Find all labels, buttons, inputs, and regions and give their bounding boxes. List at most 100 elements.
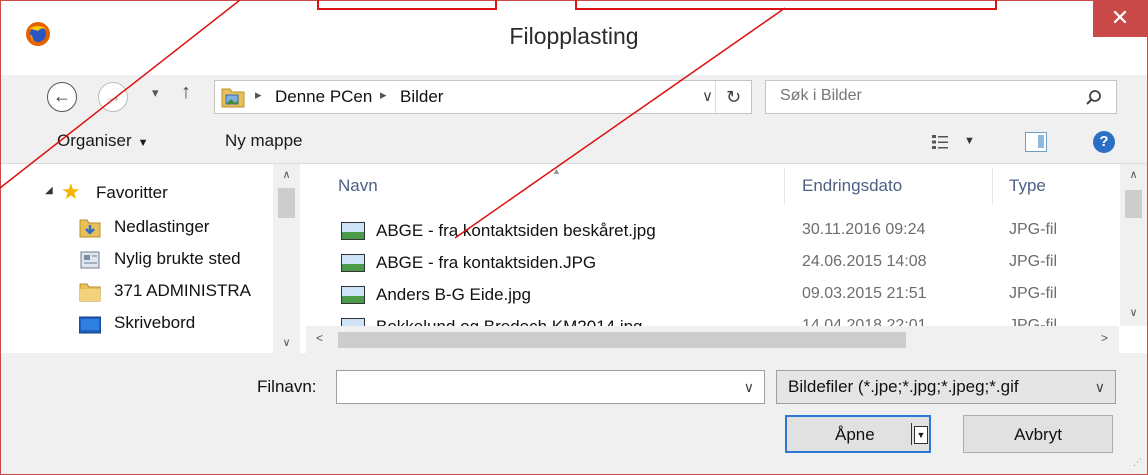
new-folder-button[interactable]: Ny mappe: [225, 131, 302, 151]
file-upload-dialog: Filopplasting ✕ ← → ▾ ↑ ▸ Denne PCen ▸ B…: [0, 0, 1148, 475]
main-area: ◢ ★ Favoritter Nedlastinger Nylig brukte…: [1, 163, 1147, 354]
scrollbar-thumb[interactable]: [338, 332, 906, 348]
breadcrumb-item-this-pc[interactable]: Denne PCen: [275, 87, 372, 107]
file-type-filter[interactable]: Bildefiler (*.jpe;*.jpg;*.jpeg;*.gif ∨: [776, 370, 1116, 404]
nav-pane-scrollbar[interactable]: ∧ ∨: [273, 164, 300, 354]
scroll-right-arrow-icon[interactable]: >: [1101, 331, 1108, 345]
pictures-folder-icon: [221, 88, 245, 108]
preview-pane-icon[interactable]: [1025, 132, 1047, 152]
command-bar: Organiser ▼ Ny mappe ▼ ?: [1, 125, 1147, 163]
column-header-name[interactable]: Navn: [338, 176, 378, 196]
scroll-down-arrow-icon[interactable]: ∨: [1120, 306, 1147, 319]
scrollbar-thumb[interactable]: [1125, 190, 1142, 218]
file-type: JPG-fil: [1009, 221, 1057, 238]
chevron-down-icon[interactable]: ∨: [1095, 379, 1105, 396]
scroll-down-arrow-icon[interactable]: ∨: [273, 336, 300, 349]
breadcrumb-separator: ▸: [380, 87, 387, 102]
cancel-button[interactable]: Avbryt: [963, 415, 1113, 453]
up-one-level-button[interactable]: ↑: [181, 81, 191, 104]
search-box[interactable]: [765, 80, 1117, 114]
column-header-type[interactable]: Type: [1009, 176, 1046, 196]
breadcrumb-separator: ▸: [255, 87, 262, 102]
file-type-filter-label: Bildefiler (*.jpe;*.jpg;*.jpeg;*.gif: [788, 377, 1019, 396]
annotation-box-right: [575, 0, 997, 10]
refresh-icon: ↻: [725, 87, 742, 107]
recent-places-icon: [80, 251, 100, 269]
file-row[interactable]: Anders B-G Eide.jpg 09.03.2015 21:51 JPG…: [306, 280, 1118, 310]
organize-label: Organiser: [57, 131, 132, 150]
search-input[interactable]: [780, 87, 1070, 105]
window-title: Filopplasting: [509, 23, 639, 49]
image-file-icon: [341, 286, 365, 304]
horizontal-scrollbar[interactable]: < >: [306, 326, 1119, 354]
filename-combobox[interactable]: ∨: [336, 370, 765, 404]
back-arrow-icon: ←: [53, 86, 71, 106]
nav-item-label: 371 ADMINISTRA: [114, 281, 251, 300]
close-icon: ✕: [1110, 5, 1130, 30]
image-file-icon: [341, 254, 365, 272]
navigation-bar: ← → ▾ ↑ ▸ Denne PCen ▸ Bilder ∨ ↻: [1, 75, 1147, 125]
nav-item-label: Favoritter: [96, 183, 168, 202]
folder-icon: [79, 283, 101, 302]
search-icon[interactable]: [1085, 89, 1102, 106]
chevron-down-icon[interactable]: ∨: [744, 379, 754, 396]
view-options-icon[interactable]: [931, 133, 949, 151]
file-type: JPG-fil: [1009, 253, 1057, 270]
column-divider[interactable]: [992, 168, 993, 204]
filename-input[interactable]: [345, 378, 725, 396]
scroll-up-arrow-icon[interactable]: ∧: [273, 168, 300, 181]
breadcrumb-item-pictures[interactable]: Bilder: [400, 87, 443, 107]
downloads-folder-icon: [79, 219, 101, 238]
column-header-date[interactable]: Endringsdato: [802, 176, 902, 196]
file-type: JPG-fil: [1009, 285, 1057, 302]
file-date: 24.06.2015 14:08: [802, 253, 927, 270]
back-button[interactable]: ←: [47, 82, 77, 112]
split-divider: [911, 423, 912, 445]
file-date: 09.03.2015 21:51: [802, 285, 927, 302]
organize-menu-button[interactable]: Organiser ▼: [57, 131, 149, 151]
forward-button[interactable]: →: [98, 82, 128, 112]
sort-indicator-icon: ▲: [552, 166, 561, 176]
filename-label: Filnavn:: [257, 377, 317, 396]
image-file-icon: [341, 222, 365, 240]
open-options-dropdown-icon[interactable]: ▼: [914, 426, 928, 444]
nav-item-label: Nylig brukte sted: [114, 249, 241, 268]
title-bar: Filopplasting ✕: [1, 1, 1147, 75]
scroll-left-arrow-icon[interactable]: <: [316, 331, 323, 345]
dialog-footer: Filnavn: ∨ Bildefiler (*.jpe;*.jpg;*.jpe…: [1, 353, 1147, 474]
scrollbar-thumb[interactable]: [278, 188, 295, 218]
navigation-pane: ◢ ★ Favoritter Nedlastinger Nylig brukte…: [1, 164, 306, 354]
tree-expand-icon[interactable]: ◢: [45, 185, 53, 196]
file-list-scrollbar[interactable]: ∧ ∨: [1120, 164, 1147, 326]
address-dropdown-icon[interactable]: ∨: [702, 87, 713, 105]
cancel-button-label: Avbryt: [1014, 425, 1062, 444]
nav-item-371-administra[interactable]: 371 ADMINISTRA: [1, 280, 271, 306]
desktop-icon: [79, 316, 101, 334]
forward-arrow-icon: →: [104, 86, 122, 106]
file-date: 30.11.2016 09:24: [802, 221, 926, 238]
nav-item-label: Skrivebord: [114, 313, 196, 332]
star-icon: ★: [61, 179, 81, 204]
annotation-box-left: [317, 0, 497, 10]
refresh-button[interactable]: ↻: [715, 81, 751, 113]
nav-item-recent-places[interactable]: Nylig brukte sted: [1, 248, 271, 274]
file-name: ABGE - fra kontaktsiden.JPG: [376, 253, 597, 272]
nav-item-downloads[interactable]: Nedlastinger: [1, 216, 271, 242]
nav-item-favorites[interactable]: ◢ ★ Favoritter: [1, 180, 271, 206]
close-button[interactable]: ✕: [1093, 1, 1147, 37]
column-divider[interactable]: [784, 168, 785, 204]
chevron-down-icon: ▼: [137, 137, 149, 149]
address-bar[interactable]: ▸ Denne PCen ▸ Bilder ∨ ↻: [214, 80, 752, 114]
nav-item-desktop[interactable]: Skrivebord: [1, 312, 271, 338]
open-button[interactable]: Åpne ▼: [785, 415, 931, 453]
view-dropdown-icon[interactable]: ▼: [964, 135, 975, 147]
file-row[interactable]: ABGE - fra kontaktsiden.JPG 24.06.2015 1…: [306, 248, 1118, 278]
resize-grip-icon[interactable]: ⋰: [1133, 457, 1142, 468]
file-row[interactable]: ABGE - fra kontaktsiden beskåret.jpg 30.…: [306, 216, 1118, 246]
recent-locations-dropdown-icon[interactable]: ▾: [152, 85, 159, 101]
scroll-up-arrow-icon[interactable]: ∧: [1120, 168, 1147, 181]
new-folder-label: Ny mappe: [225, 131, 303, 150]
help-icon[interactable]: ?: [1093, 131, 1115, 153]
file-name: Anders B-G Eide.jpg: [376, 285, 531, 304]
open-button-label: Åpne: [835, 425, 875, 444]
